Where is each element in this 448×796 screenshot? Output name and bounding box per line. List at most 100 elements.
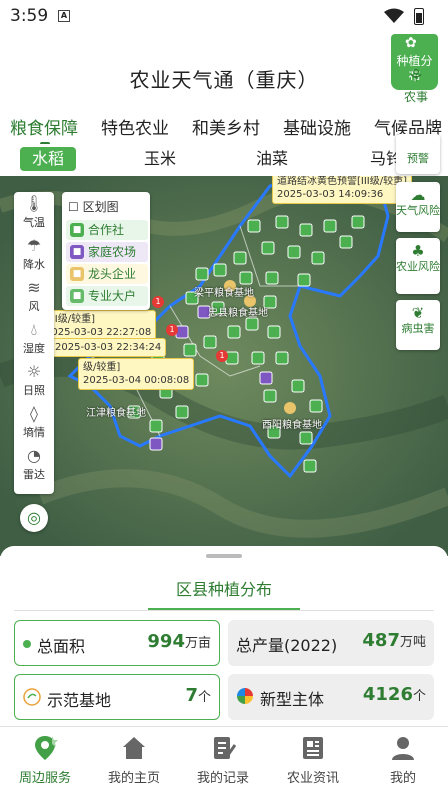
sim-icon: A: [58, 10, 70, 22]
bottom-sheet[interactable]: 区县种植分布 总面积 994万亩 总产量(2022) 487万吨 示范基地 7个…: [0, 546, 448, 726]
news-icon: [303, 737, 323, 759]
layer-label: 湿度: [23, 342, 45, 355]
legend-title[interactable]: ☐ 区划图: [68, 198, 119, 215]
legend-label: 专业大户: [88, 289, 137, 303]
wifi-icon: [384, 8, 404, 23]
layer-soil-moisture[interactable]: ◊ 墒情: [14, 404, 54, 442]
base-label: 酉阳粮食基地: [262, 420, 322, 431]
notes-icon: [214, 737, 237, 759]
droplet-icon: 💧︎: [30, 320, 38, 339]
page-title: 农业天气通（重庆）: [129, 68, 319, 92]
card-new-entities[interactable]: 新型主体 4126个: [228, 674, 434, 720]
warning-text: 级/较重]: [83, 362, 121, 373]
layer-temperature[interactable]: 🌡︎ 气温: [14, 194, 54, 232]
card-label: 示范基地: [47, 691, 112, 710]
tab-special-agriculture[interactable]: 特色农业: [101, 114, 169, 139]
nav-label: 我的主页: [107, 771, 160, 786]
tab-beautiful-village[interactable]: 和美乡村: [192, 114, 260, 139]
cloud-icon: ☁: [410, 186, 426, 204]
enterprise-marker-icon: ■: [70, 267, 84, 281]
sheet-title: 区县种植分布: [175, 580, 272, 599]
legend-item-family-farm[interactable]: ■ 家庭农场: [66, 242, 148, 262]
weather-risk-button[interactable]: ☁ 天气风险: [396, 182, 440, 232]
card-label: 总面积: [37, 637, 86, 656]
radar-icon: ◔: [27, 446, 41, 465]
battery-icon: [414, 8, 424, 25]
nav-label: 我的记录: [196, 771, 249, 786]
farm-work-label: 农事: [403, 90, 428, 104]
legend-label: 合作社: [88, 223, 125, 237]
nav-profile[interactable]: 我的: [358, 727, 448, 796]
warning-time: 2025-03-03 14:09:36: [277, 189, 384, 200]
base-label: 梁平粮食基地: [194, 288, 254, 299]
base-icon: [23, 688, 41, 706]
home-icon: [123, 737, 145, 759]
layer-label: 雷达: [23, 468, 45, 481]
nav-label: 周边服务: [18, 771, 71, 786]
legend-item-cooperative[interactable]: ■ 合作社: [66, 220, 148, 240]
layer-sunshine[interactable]: ☼ 日照: [14, 362, 54, 400]
layer-precipitation[interactable]: ☂ 降水: [14, 236, 54, 274]
legend-label: 龙头企业: [88, 267, 137, 281]
agri-risk-button[interactable]: ♣ 农业风险: [396, 238, 440, 294]
crop-tabs: 水稻 玉米 油菜 马铃薯: [0, 144, 448, 174]
leaf-pest-icon: ❦: [411, 304, 425, 322]
layer-label: 气温: [23, 216, 45, 229]
pie-chart-icon: [237, 688, 253, 704]
rain-cloud-icon: ☂: [26, 236, 42, 255]
alert-button[interactable]: 预警: [396, 134, 440, 174]
plant-icon: ♣: [411, 242, 425, 260]
status-dot: [23, 640, 31, 648]
warning-count-badge: 1: [216, 350, 228, 362]
warning-text: 道路结冰黄色预警[III级/较重]: [277, 176, 408, 187]
location-pin-icon: [35, 736, 58, 760]
warning-tooltip[interactable]: 级/较重] 2025-03-04 00:08:08: [78, 358, 195, 390]
warning-time: 2025-03-03 22:34:24: [55, 342, 162, 353]
locate-icon: ◎: [27, 508, 41, 527]
tab-infrastructure[interactable]: 基础设施: [283, 114, 351, 139]
large-grower-marker-icon: ■: [70, 289, 84, 303]
card-total-area[interactable]: 总面积 994万亩: [14, 620, 220, 666]
warning-tooltip[interactable]: 2025-03-03 22:34:24: [50, 338, 167, 357]
nav-label: 农业资讯: [286, 771, 339, 786]
crop-tab-rapeseed[interactable]: 油菜: [256, 147, 288, 171]
nav-my-home[interactable]: 我的主页: [89, 727, 179, 796]
card-demo-bases[interactable]: 示范基地 7个: [14, 674, 220, 720]
nav-my-records[interactable]: 我的记录: [178, 727, 268, 796]
divider: [14, 610, 434, 611]
layer-radar[interactable]: ◔ 雷达: [14, 446, 54, 484]
nav-agri-news[interactable]: 农业资讯: [268, 727, 358, 796]
seedling-icon: ✿: [405, 35, 417, 51]
sheet-drag-handle[interactable]: [206, 554, 242, 558]
layer-wind[interactable]: ≋ 风: [14, 278, 54, 316]
layer-label: 风: [28, 300, 40, 313]
crop-tab-corn[interactable]: 玉米: [144, 147, 176, 171]
layer-humidity[interactable]: 💧︎ 湿度: [14, 320, 54, 358]
weather-layer-toolbar: 🌡︎ 气温 ☂ 降水 ≋ 风 💧︎ 湿度 ☼ 日照 ◊ 墒情 ◔ 雷达: [14, 192, 54, 494]
card-label: 总产量(2022): [236, 636, 338, 655]
warning-time: 2025-03-04 00:08:08: [83, 375, 190, 386]
card-label: 新型主体: [260, 690, 325, 709]
legend-item-large-grower[interactable]: ■ 专业大户: [66, 286, 148, 306]
soil-moisture-icon: ◊: [30, 404, 38, 423]
warning-count-badge: 1: [166, 324, 178, 336]
card-value: 4126个: [362, 684, 426, 705]
farm-work-icon: ⚘: [407, 66, 425, 87]
user-icon: [392, 737, 414, 760]
card-total-output[interactable]: 总产量(2022) 487万吨: [228, 620, 434, 666]
main-tabs: 粮食保障 特色农业 和美乡村 基础设施 气候品牌: [0, 110, 448, 142]
cooperative-marker-icon: ■: [70, 223, 84, 237]
farm-work-button[interactable]: ⚘ 农事: [396, 66, 436, 105]
locate-button[interactable]: ◎: [20, 504, 48, 532]
pest-button[interactable]: ❦ 病虫害: [396, 300, 440, 350]
alert-label: 预警: [407, 152, 429, 165]
warning-tooltip[interactable]: 道路结冰黄色预警[III级/较重] 2025-03-03 14:09:36: [272, 176, 413, 204]
status-time: 3:59: [10, 6, 49, 26]
legend-item-leading-enterprise[interactable]: ■ 龙头企业: [66, 264, 148, 284]
map-legend: ☐ 区划图 ■ 合作社 ■ 家庭农场 ■ 龙头企业 ■ 专业大户: [62, 192, 150, 310]
bottom-nav: 周边服务 我的主页 我的记录 农业资讯 我的: [0, 726, 448, 796]
crop-tab-rice[interactable]: 水稻: [20, 147, 77, 171]
tab-food-security[interactable]: 粮食保障: [10, 114, 78, 139]
nav-nearby-services[interactable]: 周边服务: [0, 727, 90, 796]
legend-label: 家庭农场: [88, 245, 137, 259]
